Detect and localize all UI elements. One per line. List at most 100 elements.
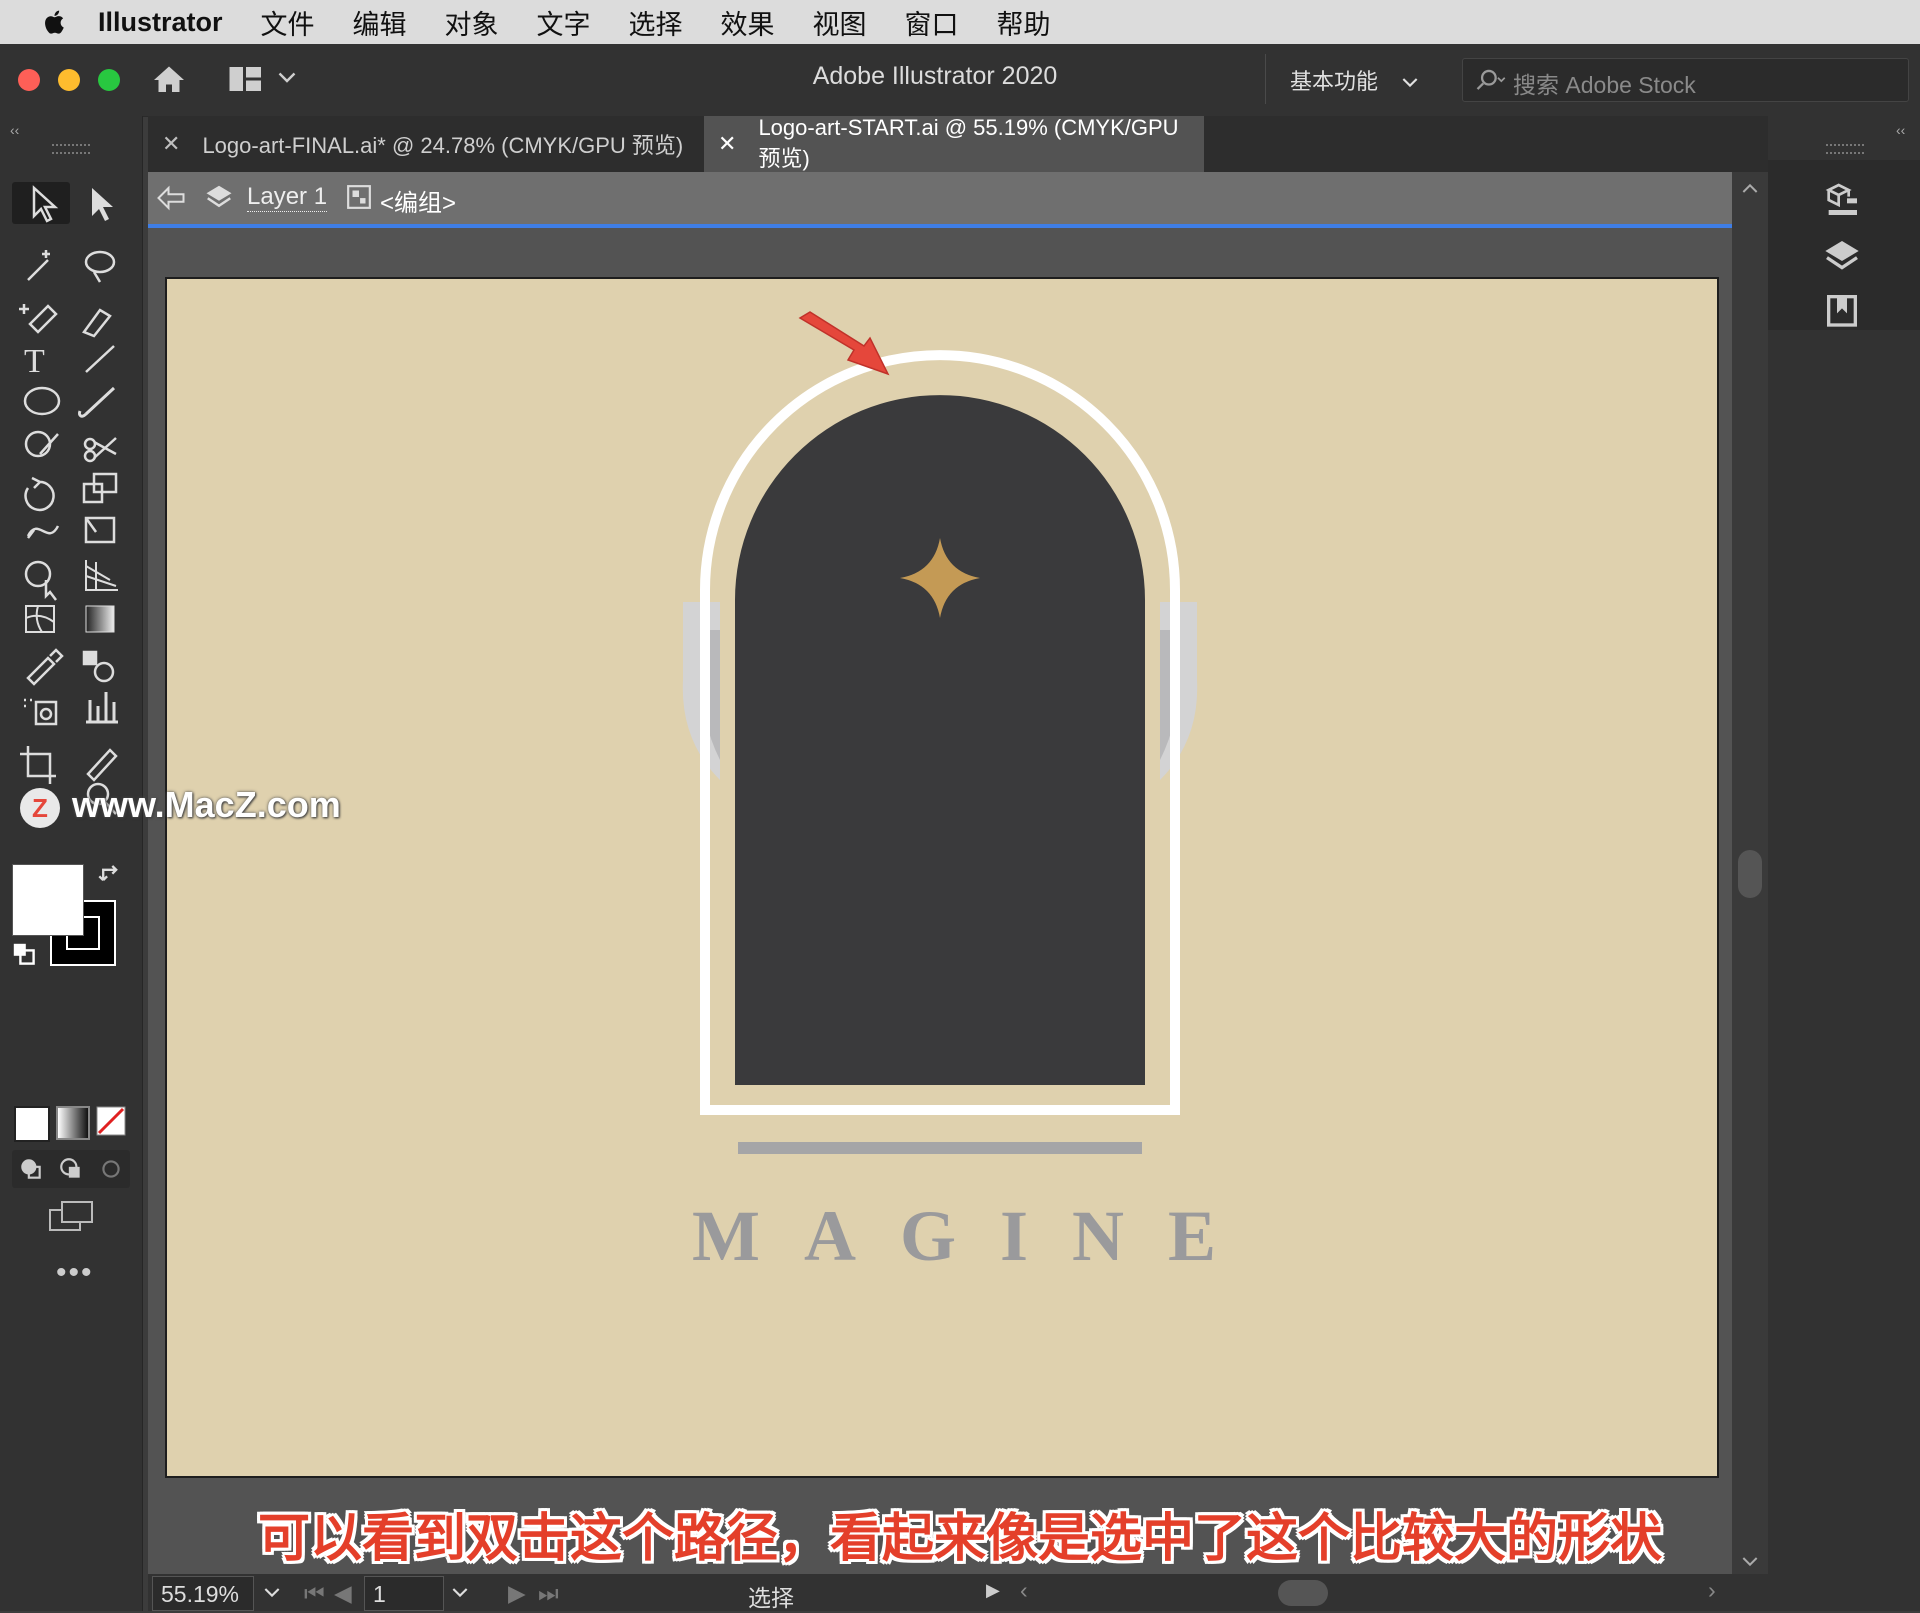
tab-label: Logo-art-FINAL.ai* @ 24.78% (CMYK/GPU 预览…	[202, 133, 684, 158]
magic-wand-icon	[27, 250, 50, 281]
status-menu-icon[interactable]: ▶	[986, 1580, 1000, 1601]
draw-normal-icon[interactable]	[18, 1156, 44, 1182]
swap-fill-stroke-icon[interactable]	[98, 862, 124, 888]
workspace-label: 基本功能	[1290, 69, 1379, 94]
app-title-bar: Adobe Illustrator 2020 基本功能 搜索 Adobe Sto…	[0, 44, 1920, 117]
tab-logo-art-start[interactable]: ✕ Logo-art-START.ai @ 55.19% (CMYK/GPU 预览…	[704, 115, 1204, 172]
menu-type[interactable]: 文字	[537, 3, 591, 42]
divider-bar[interactable]	[738, 1142, 1142, 1154]
watermark-text: www.MacZ.com	[72, 784, 341, 825]
scroll-left-icon[interactable]: ‹	[1020, 1577, 1028, 1604]
breadcrumb-layer[interactable]: Layer 1	[247, 183, 328, 212]
tab-logo-art-final[interactable]: ✕ Logo-art-FINAL.ai* @ 24.78% (CMYK/GPU 预…	[148, 116, 703, 172]
tools-panel: ‹‹ T •••	[0, 116, 143, 1611]
menu-select[interactable]: 选择	[629, 3, 683, 42]
symbol-sprayer-tool-icon	[24, 698, 58, 726]
breadcrumb-group[interactable]: <编组>	[380, 183, 456, 218]
close-tab-icon[interactable]: ✕	[162, 131, 180, 157]
artboard-number-field[interactable]: 1	[364, 1576, 444, 1611]
mesh-tool-icon	[25, 605, 55, 633]
curvature-tool-icon	[82, 308, 112, 338]
stock-search-placeholder: 搜索 Adobe Stock	[1513, 72, 1696, 98]
column-graph-tool-icon	[86, 692, 118, 724]
layers-panel-icon[interactable]	[1822, 236, 1862, 276]
document-tabs: ✕ Logo-art-FINAL.ai* @ 24.78% (CMYK/GPU 预…	[148, 115, 1768, 172]
last-artboard-icon[interactable]: ⏭	[538, 1580, 559, 1607]
draw-behind-icon[interactable]	[58, 1156, 84, 1182]
zoom-value: 55.19%	[161, 1581, 240, 1607]
menu-window[interactable]: 窗口	[905, 3, 959, 42]
status-mode[interactable]: 选择	[748, 1579, 794, 1613]
draw-inside-icon[interactable]	[98, 1156, 124, 1182]
default-fill-stroke-icon[interactable]	[12, 942, 36, 966]
libraries-icon[interactable]	[1822, 290, 1862, 330]
selection-tool-highlight	[12, 182, 70, 224]
horizontal-scroll-thumb[interactable]	[1278, 1580, 1328, 1606]
paintbrush-tool-icon	[78, 386, 116, 418]
blend-tool-icon	[82, 650, 115, 683]
none-mode-button[interactable]	[96, 1106, 126, 1136]
artboard-dropdown-icon[interactable]	[452, 1587, 468, 1599]
arch-dark-shape[interactable]	[735, 395, 1145, 1085]
edit-toolbar-button[interactable]: •••	[56, 1256, 94, 1290]
warp-tool-icon	[26, 525, 60, 539]
next-artboard-icon[interactable]: ▶	[508, 1580, 526, 1607]
type-tool-icon: T	[24, 343, 45, 380]
rotate-tool-icon	[24, 476, 55, 512]
scroll-right-icon[interactable]: ›	[1708, 1577, 1716, 1604]
group-icon	[347, 185, 371, 209]
change-screen-mode-icon[interactable]	[48, 1200, 96, 1234]
logo-artwork: IMAGINE	[660, 350, 1220, 1276]
menu-effect[interactable]: 效果	[721, 3, 775, 42]
scale-tool-icon	[82, 472, 118, 504]
search-icon	[1476, 69, 1506, 90]
fill-color-swatch[interactable]	[12, 864, 84, 936]
isolation-mode-bar: Layer 1 <编组>	[148, 172, 1732, 228]
dock-panel-icons	[1768, 160, 1920, 330]
zoom-dropdown-icon[interactable]	[264, 1587, 280, 1599]
menu-edit[interactable]: 编辑	[353, 3, 407, 42]
status-bar: 55.19% ⏮ ◀ 1 ▶ ⏭ 选择 ▶ ‹ ›	[148, 1574, 1768, 1611]
tool-icons: T	[12, 182, 118, 815]
shaper-tool-icon	[24, 430, 59, 458]
imagine-text[interactable]: IMAGINE	[660, 1196, 1220, 1276]
vertical-scrollbar[interactable]	[1732, 172, 1768, 1574]
collapse-panel-button[interactable]: ‹‹	[10, 122, 19, 138]
menu-help[interactable]: 帮助	[997, 3, 1051, 42]
back-arrow-icon[interactable]	[156, 184, 186, 212]
previous-artboard-icon[interactable]: ◀	[334, 1580, 352, 1607]
menu-object[interactable]: 对象	[445, 3, 499, 42]
right-panel-dock: ‹‹	[1768, 116, 1920, 1611]
properties-icon[interactable]	[1822, 180, 1862, 220]
tab-label: Logo-art-START.ai @ 55.19% (CMYK/GPU 预览)	[758, 115, 1179, 171]
panel-grip[interactable]	[52, 144, 90, 154]
scroll-up-icon[interactable]	[1742, 182, 1758, 194]
menu-file[interactable]: 文件	[261, 3, 315, 42]
slice-tool-icon	[86, 748, 118, 782]
eyedropper-tool-icon	[26, 648, 64, 686]
stock-search-input[interactable]: 搜索 Adobe Stock	[1462, 58, 1909, 102]
close-tab-icon[interactable]: ✕	[718, 131, 736, 157]
perspective-grid-tool-icon	[85, 560, 118, 591]
scroll-thumb[interactable]	[1738, 850, 1762, 898]
dock-grip[interactable]	[1826, 144, 1864, 154]
menu-app-name[interactable]: Illustrator	[98, 7, 223, 38]
pointer-arrow-icon	[798, 311, 890, 376]
apple-icon[interactable]	[40, 7, 70, 37]
drawing-modes	[12, 1150, 130, 1188]
line-tool-icon	[85, 345, 115, 373]
zoom-field[interactable]: 55.19%	[152, 1576, 254, 1611]
workspace-switcher[interactable]: 基本功能	[1290, 64, 1418, 96]
watermark-logo-icon: Z	[20, 788, 60, 828]
scissors-tool-icon	[83, 437, 117, 463]
color-mode-button[interactable]	[14, 1106, 50, 1142]
gradient-mode-button[interactable]	[56, 1106, 90, 1140]
direct-selection-tool-icon	[92, 188, 113, 221]
chevron-down-icon	[1402, 78, 1418, 88]
shape-builder-tool-icon	[24, 560, 57, 601]
menu-view[interactable]: 视图	[813, 3, 867, 42]
first-artboard-icon[interactable]: ⏮	[304, 1580, 325, 1607]
subtitle-caption: 可以看到双击这个路径，看起来像是选中了这个比较大的形状	[257, 1510, 1662, 1568]
artboard-tool-icon	[20, 746, 56, 784]
collapse-dock-button[interactable]: ‹‹	[1896, 122, 1905, 138]
